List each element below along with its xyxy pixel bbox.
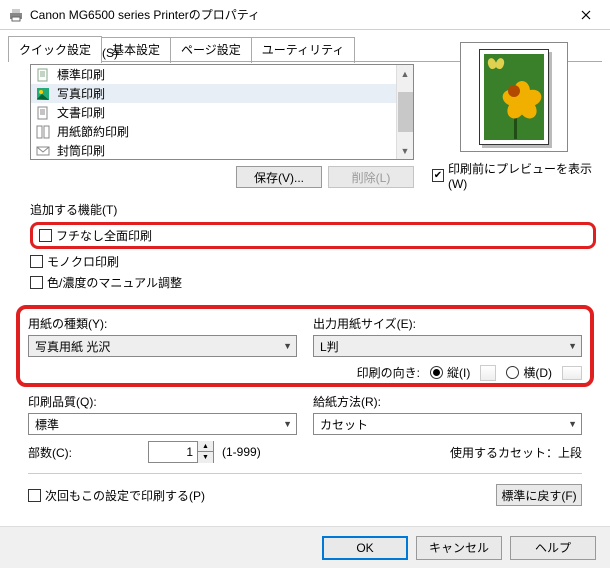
chevron-down-icon: ▼ — [283, 419, 292, 429]
paper-size-combo[interactable]: L判 ▼ — [313, 335, 582, 357]
orientation-label: 印刷の向き: — [357, 364, 420, 381]
list-item-label: 写真印刷 — [57, 85, 105, 102]
checkbox-icon — [28, 489, 41, 502]
button-label: キャンセル — [429, 539, 489, 556]
restore-defaults-button[interactable]: 標準に戻す(F) — [496, 484, 582, 506]
cassette-note: 使用するカセット：上段 — [450, 444, 582, 461]
doc-icon — [35, 67, 51, 83]
checkbox-icon — [30, 276, 43, 289]
radio-icon — [506, 366, 519, 379]
checkbox-label: 色/濃度のマニュアル調整 — [47, 274, 182, 291]
list-item[interactable]: 写真印刷 — [31, 84, 413, 103]
copies-label: 部数(C): — [28, 444, 72, 461]
chevron-down-icon: ▼ — [568, 341, 577, 351]
color-manual-checkbox[interactable]: 色/濃度のマニュアル調整 — [30, 274, 596, 291]
orientation-portrait-radio[interactable]: 縦(I) — [430, 364, 470, 381]
title-bar: Canon MG6500 series Printerのプロパティ — [0, 0, 610, 30]
scroll-up-icon[interactable]: ▲ — [397, 65, 414, 82]
ok-button[interactable]: OK — [322, 536, 408, 560]
checkbox-label: フチなし全面印刷 — [56, 227, 152, 244]
quality-combo[interactable]: 標準 ▼ — [28, 413, 297, 435]
checkbox-label: モノクロ印刷 — [47, 253, 119, 270]
paper-source-label: 給紙方法(R): — [313, 393, 582, 410]
copies-spinner[interactable]: ▲▼ — [148, 441, 214, 463]
list-item-label: 文書印刷 — [57, 104, 105, 121]
help-button[interactable]: ヘルプ — [510, 536, 596, 560]
cancel-button[interactable]: キャンセル — [416, 536, 502, 560]
highlight-borderless: フチなし全面印刷 — [30, 222, 596, 249]
spin-down-icon[interactable]: ▼ — [197, 452, 213, 463]
keep-settings-checkbox[interactable]: 次回もこの設定で印刷する(P) — [28, 487, 205, 504]
checkbox-icon — [432, 169, 444, 182]
list-item[interactable]: 用紙節約印刷 — [31, 122, 413, 141]
checkbox-icon — [39, 229, 52, 242]
scroll-thumb[interactable] — [398, 92, 413, 132]
paper-source-combo[interactable]: カセット ▼ — [313, 413, 582, 435]
delete-preset-button: 削除(L) — [328, 166, 414, 188]
orientation-landscape-radio[interactable]: 横(D) — [506, 364, 552, 381]
radio-label: 横(D) — [523, 364, 552, 381]
scroll-down-icon[interactable]: ▼ — [397, 142, 414, 159]
freq-settings-listbox[interactable]: 標準印刷 写真印刷 文書印刷 用紙節約印刷 封筒印刷 ▲ ▼ — [30, 64, 414, 160]
paper-type-combo[interactable]: 写真用紙 光沢 ▼ — [28, 335, 297, 357]
scrollbar[interactable]: ▲ ▼ — [396, 65, 413, 159]
preview-before-print-checkbox[interactable]: 印刷前にプレビューを表示(W) — [432, 160, 596, 191]
monochrome-checkbox[interactable]: モノクロ印刷 — [30, 253, 596, 270]
borderless-checkbox[interactable]: フチなし全面印刷 — [39, 227, 587, 244]
chevron-down-icon: ▼ — [568, 419, 577, 429]
combo-value: L判 — [320, 338, 339, 355]
button-label: 削除(L) — [352, 169, 391, 186]
button-label: ヘルプ — [535, 539, 571, 556]
envelope-icon — [35, 143, 51, 159]
portrait-icon — [480, 365, 496, 381]
photo-icon — [35, 86, 51, 102]
checkbox-label: 次回もこの設定で印刷する(P) — [45, 487, 205, 504]
list-item-label: 用紙節約印刷 — [57, 123, 129, 140]
divider — [28, 473, 582, 474]
button-label: OK — [356, 541, 373, 555]
saver-icon — [35, 124, 51, 140]
highlight-paper-settings: 用紙の種類(Y): 写真用紙 光沢 ▼ 出力用紙サイズ(E): L判 ▼ 印刷の… — [16, 305, 594, 387]
paper-size-label: 出力用紙サイズ(E): — [313, 315, 582, 332]
radio-label: 縦(I) — [447, 364, 470, 381]
save-preset-button[interactable]: 保存(V)... — [236, 166, 322, 188]
list-item[interactable]: 文書印刷 — [31, 103, 413, 122]
checkbox-label: 印刷前にプレビューを表示(W) — [448, 160, 596, 191]
combo-value: カセット — [320, 416, 368, 433]
window-title: Canon MG6500 series Printerのプロパティ — [30, 6, 563, 23]
add-features-label: 追加する機能(T) — [30, 201, 596, 218]
checkbox-icon — [30, 255, 43, 268]
list-item-label: 封筒印刷 — [57, 142, 105, 159]
list-item-label: 標準印刷 — [57, 66, 105, 83]
button-label: 標準に戻す(F) — [501, 487, 576, 504]
printer-icon — [8, 7, 24, 23]
spin-up-icon[interactable]: ▲ — [197, 441, 213, 452]
combo-value: 写真用紙 光沢 — [35, 338, 110, 355]
radio-icon — [430, 366, 443, 379]
combo-value: 標準 — [35, 416, 59, 433]
dialog-button-bar: OK キャンセル ヘルプ — [0, 526, 610, 568]
landscape-icon — [562, 366, 582, 380]
tab-quick[interactable]: クイック設定 — [8, 36, 102, 62]
copies-input[interactable] — [149, 442, 197, 462]
copies-range: (1-999) — [222, 445, 261, 459]
paper-type-label: 用紙の種類(Y): — [28, 315, 297, 332]
close-button[interactable] — [563, 0, 608, 29]
doc-icon — [35, 105, 51, 121]
tab-label: クイック設定 — [19, 43, 91, 57]
print-preview — [460, 42, 568, 152]
chevron-down-icon: ▼ — [283, 341, 292, 351]
list-item[interactable]: 封筒印刷 — [31, 141, 413, 160]
list-item[interactable]: 標準印刷 — [31, 65, 413, 84]
quality-label: 印刷品質(Q): — [28, 393, 297, 410]
button-label: 保存(V)... — [254, 169, 304, 186]
